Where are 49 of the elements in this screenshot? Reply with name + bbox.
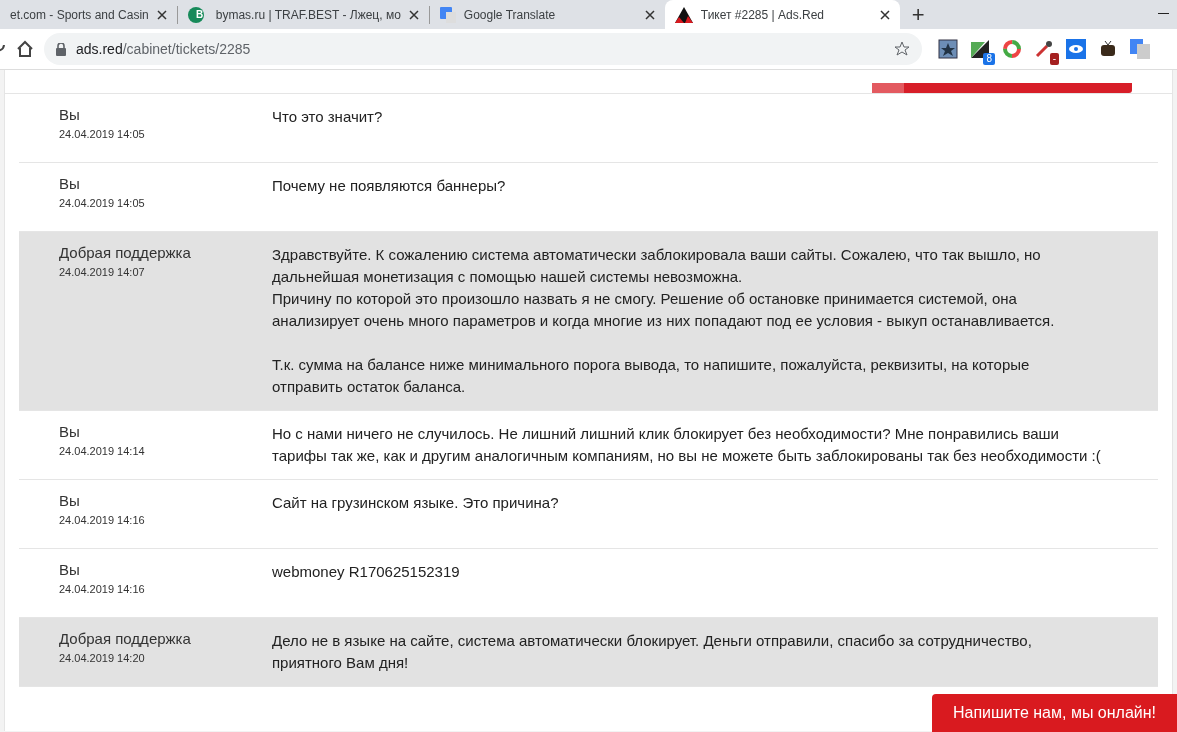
extension-badge: - bbox=[1049, 53, 1059, 65]
ring-extension-icon[interactable] bbox=[1002, 39, 1022, 59]
translate-extension-icon[interactable] bbox=[1130, 39, 1150, 59]
message-author: Вы bbox=[59, 423, 80, 440]
message-text: Что это значит? bbox=[272, 107, 384, 127]
close-icon[interactable] bbox=[408, 9, 419, 20]
new-tab-button[interactable]: + bbox=[899, 0, 937, 29]
browser-tab[interactable]: Тикет #2285 | Ads.Red bbox=[664, 0, 900, 29]
message-text: Почему не появляются баннеры? bbox=[272, 176, 507, 196]
message-date: 24.04.2019 14:14 bbox=[59, 445, 145, 457]
dropper-extension-icon[interactable] bbox=[1034, 39, 1054, 59]
message-date: 24.04.2019 14:05 bbox=[59, 128, 145, 140]
tab-favicon-icon bbox=[187, 6, 204, 23]
message-date: 24.04.2019 14:07 bbox=[59, 266, 145, 278]
message-author: Вы bbox=[59, 561, 80, 578]
chat-button[interactable]: Напишите нам, мы онлайн! bbox=[932, 694, 1177, 732]
extension-badge: 8 bbox=[983, 53, 995, 65]
close-icon[interactable] bbox=[156, 9, 167, 20]
message-author: Добрая поддержка bbox=[59, 630, 191, 647]
message-text: Дело не в языке на сайте, система автоматически блокирует. Деньги отправили, спасибо за сотрудничество, приятного Вам дня! bbox=[272, 631, 1033, 673]
message-text: Но с нами ничего не случилось. Не лишний лишний клик блокирует без необходимости? Мне понравились ваши тарифы так же, как и другим аналогичным компаниям, но вы не можете быть заблокированы так без необходимости :( bbox=[272, 424, 1102, 466]
favicon-letter: B bbox=[195, 9, 205, 20]
message-date: 24.04.2019 14:16 bbox=[59, 583, 145, 595]
address-bar[interactable]: ads.red/cabinet/tickets/2285 bbox=[44, 33, 922, 65]
eye-extension-icon[interactable] bbox=[1066, 39, 1086, 59]
home-icon[interactable] bbox=[16, 40, 34, 58]
message-author: Добрая поддержка bbox=[59, 244, 191, 261]
close-icon[interactable] bbox=[879, 9, 890, 20]
browser-tab[interactable]: B bymas.ru | TRAF.BEST - Лжец, мо bbox=[177, 0, 429, 29]
message-author: Вы bbox=[59, 106, 80, 123]
message-text: Сайт на грузинском языке. Это причина? bbox=[272, 493, 560, 513]
message-text: Т.к. сумма на балансе ниже минимального порога вывода, то напишите, пожалуйста, реквизиты, на которые отправить остаток баланса. bbox=[272, 355, 1031, 397]
bookmark-star-icon[interactable] bbox=[894, 41, 910, 57]
message-text: Причину по которой это произошло назвать я не смогу. Решение об остановке принимается системой, она анализирует очень много параметров и когда многие из них попадают под ее условия - выкуп останавливается. bbox=[272, 289, 1056, 331]
message-date: 24.04.2019 14:05 bbox=[59, 197, 145, 209]
message-date: 24.04.2019 14:20 bbox=[59, 652, 145, 664]
message-text: Здравствуйте. К сожалению система автоматически заблокировала ваши сайты. Сожалею, что так вышло, но дальнейшая монетизация с помощью нашей системы невозможна. bbox=[272, 245, 1042, 287]
tv-extension-icon[interactable] bbox=[1098, 39, 1118, 59]
translate-icon bbox=[439, 6, 456, 23]
message-date: 24.04.2019 14:16 bbox=[59, 514, 145, 526]
message-author: Вы bbox=[59, 175, 80, 192]
close-icon[interactable] bbox=[644, 9, 655, 20]
browser-tab[interactable]: et.com - Sports and Casin bbox=[0, 0, 177, 29]
message-text: webmoney R170625152319 bbox=[272, 562, 461, 582]
star-extension-icon[interactable] bbox=[938, 39, 958, 59]
browser-tab[interactable]: Google Translate bbox=[429, 0, 665, 29]
lock-icon bbox=[56, 42, 66, 56]
triangle-logo-icon bbox=[674, 6, 693, 23]
message-author: Вы bbox=[59, 492, 80, 509]
